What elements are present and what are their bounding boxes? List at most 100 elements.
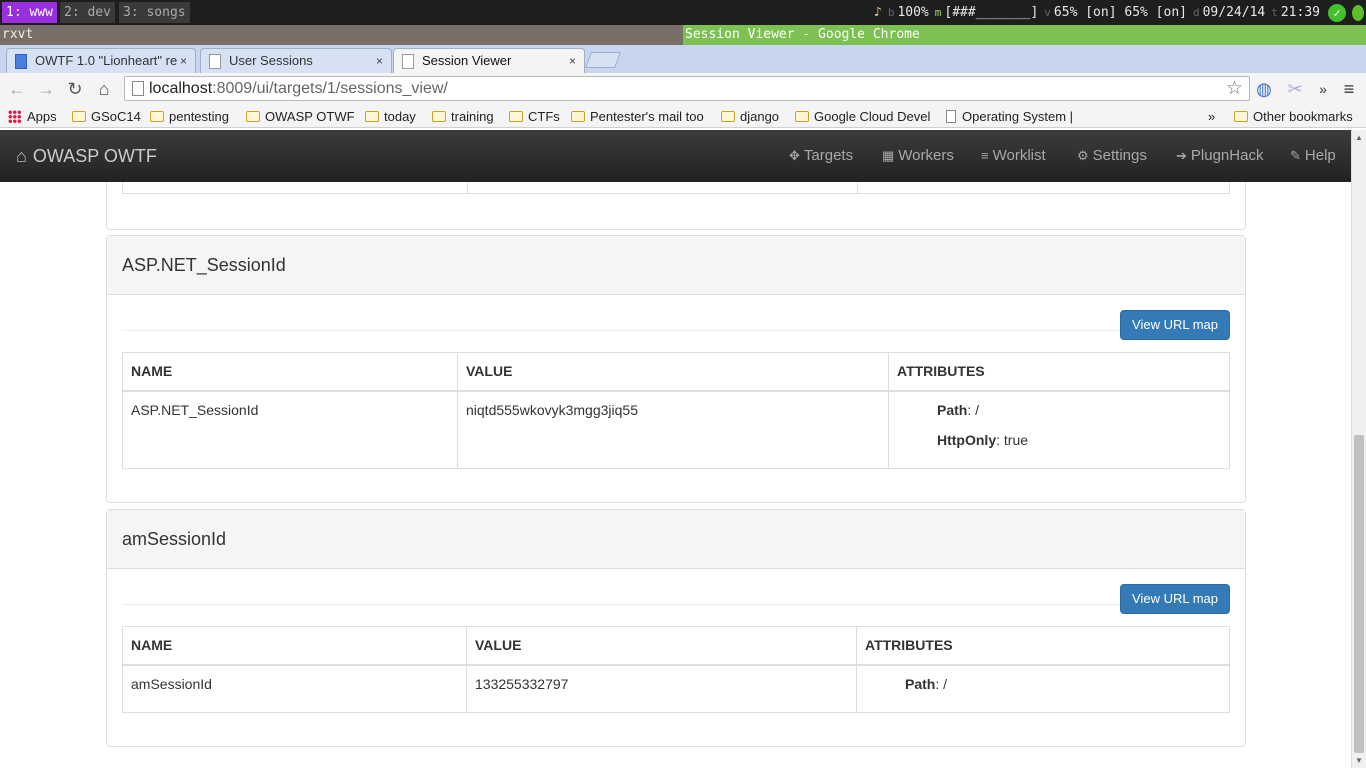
time-icon: t — [1271, 6, 1278, 19]
divider — [122, 604, 1230, 605]
bookmark-folder[interactable]: pentesting — [150, 108, 229, 125]
address-bar[interactable]: localhost:8009/ui/targets/1/sessions_vie… — [124, 76, 1250, 101]
close-icon[interactable]: × — [180, 49, 187, 73]
folder-icon — [1234, 111, 1248, 122]
brightness-icon: b — [887, 6, 895, 19]
apps-icon — [8, 110, 21, 123]
bookmark-folder[interactable]: Pentester's mail too — [571, 108, 711, 125]
home-button[interactable]: ⌂ — [93, 78, 115, 100]
folder-icon — [365, 111, 379, 122]
tab-user-sessions[interactable]: User Sessions × — [200, 48, 392, 74]
window-title[interactable]: Session Viewer - Google Chrome — [683, 25, 1366, 45]
date-value: 09/24/14 — [1202, 5, 1266, 20]
cookie-name: amSessionId — [122, 664, 467, 713]
bookmark-label: training — [451, 109, 494, 124]
nav-workers[interactable]: ▦ Workers — [882, 130, 954, 182]
app-navbar: ⌂ OWASP OWTF ✥ Targets ▦ Workers ≡ Worklist … — [0, 130, 1366, 182]
column-header: ATTRIBUTES — [888, 352, 1230, 392]
close-icon[interactable]: × — [569, 49, 576, 73]
nav-targets[interactable]: ✥ Targets — [789, 130, 853, 182]
bookmark-label: Google Cloud Devel — [814, 109, 931, 124]
view-url-map-button[interactable]: View URL map — [1120, 310, 1230, 340]
window-manager-bar: 1: www 2: dev 3: songs ♪ b 100% m [###____… — [0, 0, 1366, 25]
grid-icon: ▦ — [882, 148, 895, 163]
nav-label: Targets — [803, 147, 854, 164]
folder-icon — [432, 111, 446, 122]
view-url-map-button[interactable]: View URL map — [1120, 584, 1230, 614]
bookmark-folder[interactable]: django — [721, 108, 779, 125]
table-row: ASP.NET_SessionId niqtd555wkovyk3mgg3jiq… — [122, 390, 1230, 469]
folder-icon — [721, 111, 735, 122]
bookmark-label: pentesting — [169, 109, 229, 124]
scroll-thumb[interactable] — [1354, 435, 1364, 753]
bookmark-folder[interactable]: today — [365, 108, 416, 125]
tab-label: Session Viewer — [422, 53, 512, 68]
memory-bar: [###_______] — [944, 5, 1039, 20]
session-table: NAME VALUE ATTRIBUTES ASP.NET_SessionId … — [122, 352, 1230, 469]
nav-help[interactable]: ✎ Help — [1290, 130, 1336, 182]
menu-icon[interactable]: ≡ — [1338, 78, 1360, 100]
attribute-item: HttpOnly: true — [937, 430, 1221, 450]
globe-icon[interactable]: ◍ — [1253, 78, 1275, 100]
bookmark-star-icon[interactable]: ☆ — [1226, 77, 1243, 100]
attribute-value: : / — [935, 675, 948, 692]
reload-button[interactable]: ↻ — [64, 78, 86, 100]
divider — [122, 330, 1230, 331]
tab-strip: OWTF 1.0 "Lionheart" re × User Sessions … — [0, 45, 1366, 74]
bookmark-other[interactable]: Other bookmarks — [1234, 108, 1353, 125]
bookmark-folder[interactable]: OWASP OTWF — [246, 108, 355, 125]
tab-label: User Sessions — [229, 53, 313, 68]
new-tab-button[interactable] — [585, 52, 621, 68]
page-scrollbar[interactable]: ▲ ▼ — [1351, 130, 1366, 768]
bookmark-label: django — [740, 109, 780, 124]
bookmark-folder[interactable]: training — [432, 108, 494, 125]
crosshair-icon: ✥ — [789, 148, 800, 163]
nav-label: PlugnHack — [1190, 147, 1264, 164]
check-icon: ✓ — [1328, 3, 1346, 22]
bookmark-label: Pentester's mail too — [590, 109, 704, 124]
workspace-3[interactable]: 3: songs — [119, 2, 190, 23]
workspace-1[interactable]: 1: www — [2, 2, 57, 23]
terminal-title[interactable]: rxvt — [0, 25, 683, 45]
nav-settings[interactable]: ⚙ Settings — [1077, 130, 1147, 182]
nav-worklist[interactable]: ≡ Worklist — [981, 130, 1046, 182]
bookmarks-more-button[interactable]: » — [1208, 108, 1215, 125]
scroll-down-icon[interactable]: ▼ — [1355, 756, 1363, 765]
bookmark-label: Apps — [27, 109, 57, 124]
bookmark-folder[interactable]: Google Cloud Devel — [795, 108, 935, 125]
attribute-value: : / — [967, 401, 980, 418]
brand-label: OWASP OWTF — [32, 146, 157, 166]
leaf-icon — [1352, 4, 1364, 21]
folder-icon — [72, 111, 86, 122]
scroll-up-icon[interactable]: ▲ — [1355, 133, 1363, 142]
session-table: NAME VALUE ATTRIBUTES amSessionId 133255… — [122, 626, 1230, 713]
bookmark-page[interactable]: Operating System | — [946, 108, 1086, 125]
extensions-overflow-icon[interactable]: » — [1312, 78, 1334, 100]
music-icon: ♪ — [873, 5, 882, 20]
cookie-attributes: Path: / HttpOnly: true — [888, 390, 1230, 469]
bookmark-folder[interactable]: CTFs — [509, 108, 560, 125]
cookie-attributes: Path: / — [856, 664, 1230, 713]
cookie-name: ASP.NET_SessionId — [122, 390, 458, 469]
tab-session-viewer[interactable]: Session Viewer × — [393, 48, 585, 74]
tab-owtf[interactable]: OWTF 1.0 "Lionheart" re × — [6, 48, 196, 74]
extension-icon[interactable]: ✂ — [1284, 78, 1306, 100]
close-icon[interactable]: × — [376, 49, 383, 73]
bookmark-apps[interactable]: Apps — [8, 108, 57, 125]
folder-icon — [150, 111, 164, 122]
brand-link[interactable]: ⌂ OWASP OWTF — [16, 130, 157, 182]
url-path: :8009/ui/targets/1/sessions_view/ — [212, 80, 448, 97]
page-icon — [132, 81, 144, 96]
forward-button[interactable]: → — [35, 78, 57, 100]
nav-plugnhack[interactable]: ➔ PlugnHack — [1176, 130, 1263, 182]
cookie-value: 133255332797 — [466, 664, 857, 713]
back-button[interactable]: ← — [6, 78, 28, 100]
list-icon: ≡ — [981, 148, 989, 163]
attribute-key: Path — [905, 675, 936, 692]
memory-icon: m — [934, 6, 942, 19]
sign-in-icon: ➔ — [1176, 148, 1187, 163]
bookmark-folder[interactable]: GSoC14 — [72, 108, 141, 125]
workspace-2[interactable]: 2: dev — [60, 2, 115, 23]
folder-icon — [795, 111, 809, 122]
column-header: VALUE — [466, 626, 857, 666]
